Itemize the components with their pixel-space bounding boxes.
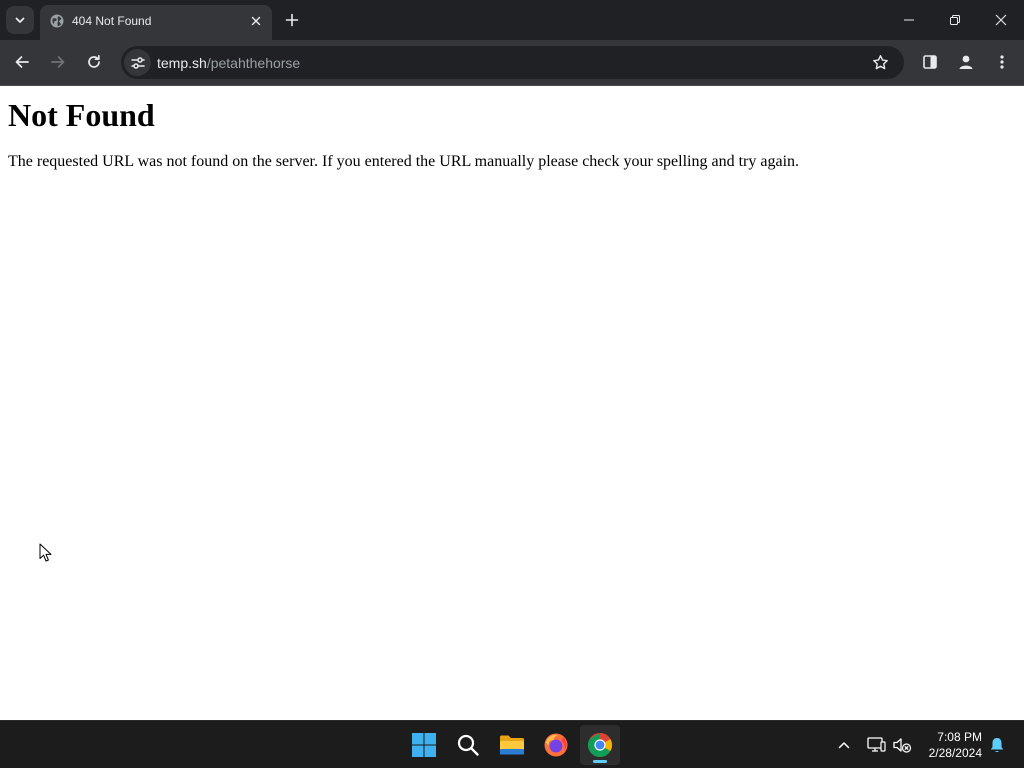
bell-icon [990,738,1004,753]
reload-button[interactable] [79,47,109,77]
firefox-icon [544,733,568,757]
reload-icon [88,54,100,68]
star-icon [873,55,888,70]
restore-button[interactable] [932,0,978,40]
url-path: /petahthehorse [206,55,301,71]
new-tab-button[interactable] [280,8,304,32]
tab-search-button[interactable] [6,6,34,34]
tab-close-button[interactable] [248,13,264,29]
speaker-muted-icon [893,738,912,753]
chevron-down-icon [15,17,25,23]
close-window-button[interactable] [978,0,1024,40]
search-icon [457,734,479,756]
browser-titlebar: 404 Not Found [0,0,1024,40]
folder-icon [500,735,524,755]
show-hidden-icons-button[interactable] [832,733,856,757]
windows-logo-icon [412,733,436,757]
minimize-button[interactable] [886,0,932,40]
arrow-right-icon [51,56,65,68]
close-icon [251,16,261,26]
close-icon [995,14,1007,26]
mouse-cursor-icon [39,543,52,562]
search-button[interactable] [448,725,488,765]
page-heading: Not Found [8,97,155,133]
taskbar-clock[interactable]: 7:08 PM 2/28/2024 [914,729,982,761]
forward-button[interactable] [43,47,73,77]
menu-button[interactable] [987,47,1017,77]
url-text: temp.sh/petahthehorse [157,55,300,71]
network-button[interactable] [864,733,888,757]
url-host: temp.sh [157,55,207,71]
taskbar: 7:08 PM 2/28/2024 [0,720,1024,768]
profile-icon [959,55,973,69]
plus-icon [285,13,299,27]
chrome-button[interactable] [580,725,620,765]
restore-icon [950,15,960,25]
notifications-button[interactable] [985,733,1009,757]
browser-toolbar: temp.sh/petahthehorse [0,40,1024,86]
site-info-button[interactable] [124,49,151,76]
page-content: Not Found The requested URL was not foun… [0,87,1024,720]
tab-title: 404 Not Found [72,14,152,28]
error-message: The requested URL was not found on the s… [8,153,800,170]
network-icon [867,737,886,752]
firefox-button[interactable] [536,725,576,765]
minimize-icon [904,19,914,21]
side-panel-button[interactable] [915,47,945,77]
chrome-icon [588,733,612,757]
file-explorer-button[interactable] [492,725,532,765]
more-vertical-icon [1000,55,1004,69]
start-button[interactable] [404,725,444,765]
profile-button[interactable] [951,47,981,77]
address-bar[interactable]: temp.sh/petahthehorse [121,46,904,79]
side-panel-icon [923,55,937,69]
globe-icon [50,14,64,28]
arrow-left-icon [15,56,29,68]
tune-icon [130,56,145,69]
volume-button[interactable] [890,733,914,757]
back-button[interactable] [7,47,37,77]
clock-time: 7:08 PM [937,730,982,744]
bookmark-button[interactable] [867,49,894,76]
active-app-indicator [593,760,607,763]
clock-date: 2/28/2024 [928,746,982,760]
active-tab[interactable]: 404 Not Found [40,5,272,40]
chevron-up-icon [838,742,850,749]
